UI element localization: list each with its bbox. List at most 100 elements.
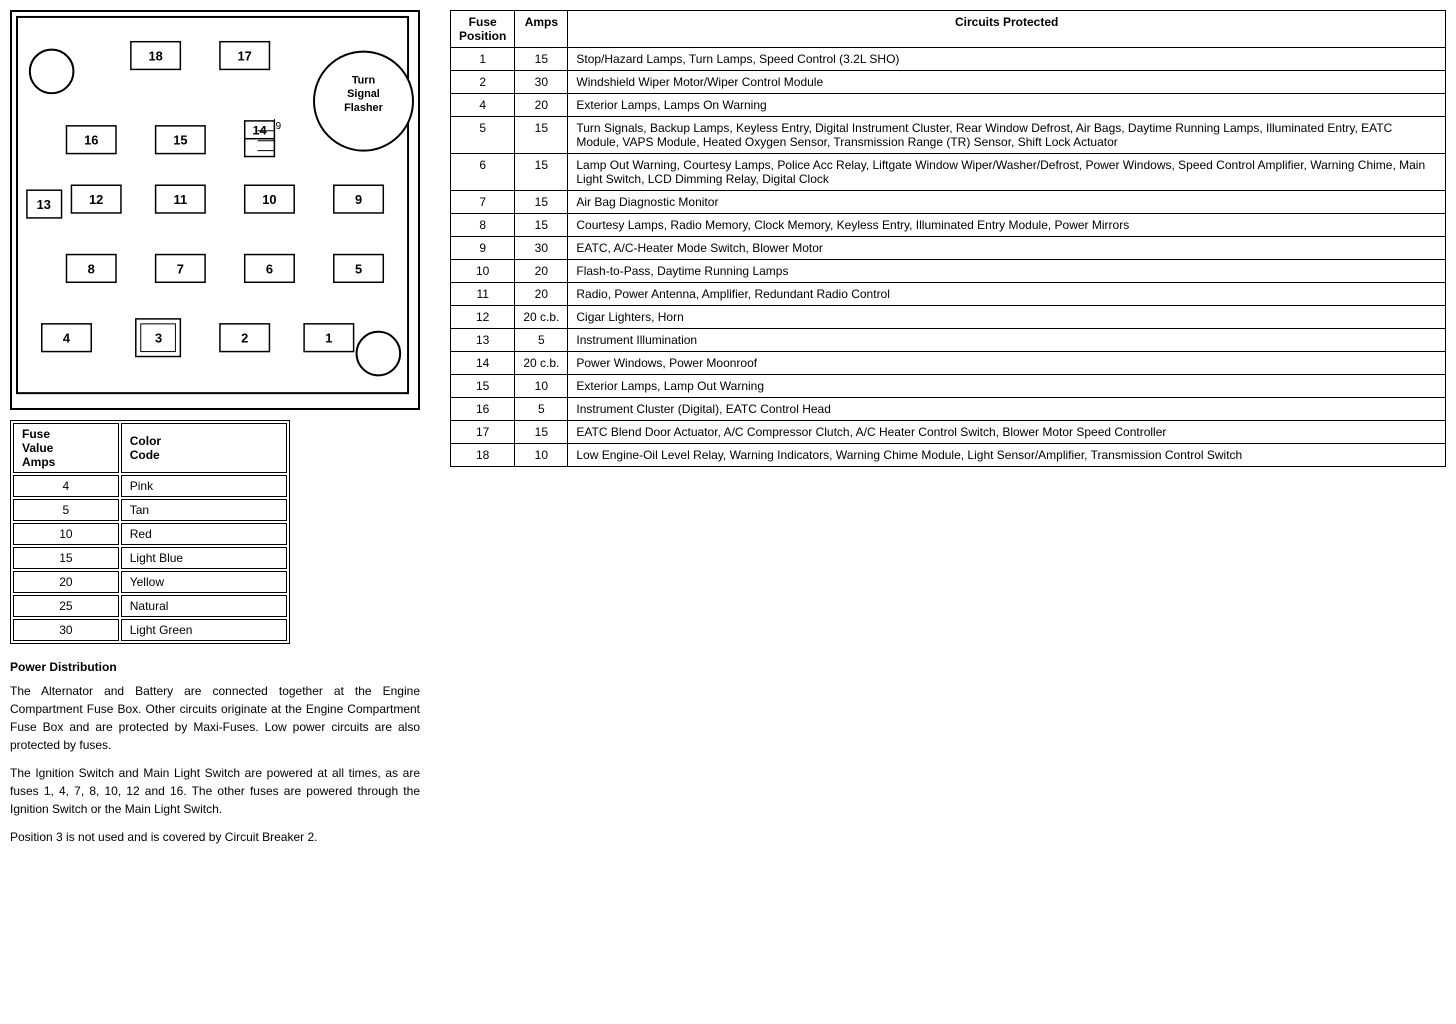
fuse-position: 13	[451, 329, 515, 352]
fuse-position: 2	[451, 71, 515, 94]
color-name: Natural	[121, 595, 287, 617]
circuits-protected: Air Bag Diagnostic Monitor	[568, 191, 1446, 214]
power-distribution: Power Distribution The Alternator and Ba…	[10, 658, 420, 846]
circuits-protected: Courtesy Lamps, Radio Memory, Clock Memo…	[568, 214, 1446, 237]
power-distribution-para3: Position 3 is not used and is covered by…	[10, 828, 420, 846]
fuse-amps: 20 c.b.	[515, 306, 568, 329]
color-name: Light Green	[121, 619, 287, 641]
circuits-protected: Instrument Illumination	[568, 329, 1446, 352]
color-table-row: 30Light Green	[13, 619, 287, 641]
svg-text:4: 4	[63, 331, 71, 346]
fuse-position: 7	[451, 191, 515, 214]
svg-text:5: 5	[355, 261, 362, 276]
svg-text:17: 17	[238, 49, 252, 64]
color-table-row: 4Pink	[13, 475, 287, 497]
fuse-amp-value: 25	[13, 595, 119, 617]
power-distribution-para2: The Ignition Switch and Main Light Switc…	[10, 764, 420, 818]
svg-text:13: 13	[37, 197, 51, 212]
color-code-header: ColorCode	[121, 423, 287, 473]
svg-text:3: 3	[155, 331, 162, 346]
circuits-protected: Turn Signals, Backup Lamps, Keyless Entr…	[568, 117, 1446, 154]
svg-text:14: 14	[252, 123, 267, 138]
fuse-table-row: 515Turn Signals, Backup Lamps, Keyless E…	[451, 117, 1446, 154]
fuse-amps: 15	[515, 191, 568, 214]
fuse-table-row: 135Instrument Illumination	[451, 329, 1446, 352]
svg-text:9: 9	[355, 192, 362, 207]
fuse-table-row: 715Air Bag Diagnostic Monitor	[451, 191, 1446, 214]
circuits-protected: Flash-to-Pass, Daytime Running Lamps	[568, 260, 1446, 283]
fuse-amp-value: 10	[13, 523, 119, 545]
power-distribution-title: Power Distribution	[10, 658, 420, 676]
fuse-table-row: 1810Low Engine-Oil Level Relay, Warning …	[451, 444, 1446, 467]
fuse-amps: 20 c.b.	[515, 352, 568, 375]
left-panel: Turn Signal Flasher C219 18 17 16	[10, 10, 440, 856]
color-name: Pink	[121, 475, 287, 497]
circuits-protected: Lamp Out Warning, Courtesy Lamps, Police…	[568, 154, 1446, 191]
svg-text:11: 11	[174, 192, 188, 207]
fuse-position: 10	[451, 260, 515, 283]
fuse-table-row: 230Windshield Wiper Motor/Wiper Control …	[451, 71, 1446, 94]
fuse-table-row: 930EATC, A/C-Heater Mode Switch, Blower …	[451, 237, 1446, 260]
fuse-table-row: 815Courtesy Lamps, Radio Memory, Clock M…	[451, 214, 1446, 237]
fuse-amps: 30	[515, 237, 568, 260]
color-name: Yellow	[121, 571, 287, 593]
amps-header: Amps	[515, 11, 568, 48]
svg-text:12: 12	[89, 192, 103, 207]
svg-text:15: 15	[173, 133, 187, 148]
color-table-row: 25Natural	[13, 595, 287, 617]
svg-text:8: 8	[88, 261, 95, 276]
color-code-table: FuseValueAmps ColorCode 4Pink5Tan10Red15…	[10, 420, 290, 644]
fuse-position-header: FusePosition	[451, 11, 515, 48]
fuse-amp-value: 5	[13, 499, 119, 521]
color-table-row: 20Yellow	[13, 571, 287, 593]
fuse-position: 1	[451, 48, 515, 71]
fuse-amps: 20	[515, 283, 568, 306]
fuse-table-row: 1510Exterior Lamps, Lamp Out Warning	[451, 375, 1446, 398]
fuse-position: 6	[451, 154, 515, 191]
fuse-table-row: 420Exterior Lamps, Lamps On Warning	[451, 94, 1446, 117]
fuse-diagram-svg: Turn Signal Flasher C219 18 17 16	[12, 12, 418, 408]
fuse-value-header: FuseValueAmps	[13, 423, 119, 473]
fuse-amp-value: 4	[13, 475, 119, 497]
fuse-position: 9	[451, 237, 515, 260]
circuits-protected: Low Engine-Oil Level Relay, Warning Indi…	[568, 444, 1446, 467]
fuse-amps: 10	[515, 444, 568, 467]
color-name: Light Blue	[121, 547, 287, 569]
fuse-amp-value: 15	[13, 547, 119, 569]
fuse-amps: 15	[515, 48, 568, 71]
circuits-protected: Instrument Cluster (Digital), EATC Contr…	[568, 398, 1446, 421]
fuse-amps: 15	[515, 421, 568, 444]
fuse-amps: 5	[515, 329, 568, 352]
fuse-table: FusePosition Amps Circuits Protected 115…	[450, 10, 1446, 467]
fuse-position: 5	[451, 117, 515, 154]
fuse-amps: 15	[515, 214, 568, 237]
fuse-table-row: 1120Radio, Power Antenna, Amplifier, Red…	[451, 283, 1446, 306]
circuits-protected: EATC, A/C-Heater Mode Switch, Blower Mot…	[568, 237, 1446, 260]
fuse-position: 14	[451, 352, 515, 375]
circuits-protected: Windshield Wiper Motor/Wiper Control Mod…	[568, 71, 1446, 94]
svg-text:16: 16	[84, 133, 98, 148]
circuits-protected: Exterior Lamps, Lamp Out Warning	[568, 375, 1446, 398]
circuits-protected: Power Windows, Power Moonroof	[568, 352, 1446, 375]
main-container: Turn Signal Flasher C219 18 17 16	[0, 0, 1456, 866]
fuse-position: 4	[451, 94, 515, 117]
color-table-row: 10Red	[13, 523, 287, 545]
fuse-table-row: 115Stop/Hazard Lamps, Turn Lamps, Speed …	[451, 48, 1446, 71]
color-table-row: 5Tan	[13, 499, 287, 521]
circuits-protected: Exterior Lamps, Lamps On Warning	[568, 94, 1446, 117]
fuse-amps: 20	[515, 94, 568, 117]
svg-text:7: 7	[177, 261, 184, 276]
svg-text:1: 1	[325, 331, 332, 346]
fuse-table-row: 1420 c.b.Power Windows, Power Moonroof	[451, 352, 1446, 375]
circuits-protected: Radio, Power Antenna, Amplifier, Redunda…	[568, 283, 1446, 306]
fuse-position: 15	[451, 375, 515, 398]
fuse-position: 11	[451, 283, 515, 306]
fuse-amps: 20	[515, 260, 568, 283]
fuse-diagram: Turn Signal Flasher C219 18 17 16	[10, 10, 420, 410]
svg-text:6: 6	[266, 261, 273, 276]
fuse-table-row: 1020Flash-to-Pass, Daytime Running Lamps	[451, 260, 1446, 283]
svg-text:Signal: Signal	[347, 88, 380, 100]
svg-text:2: 2	[241, 331, 248, 346]
fuse-table-row: 165Instrument Cluster (Digital), EATC Co…	[451, 398, 1446, 421]
svg-text:18: 18	[148, 49, 162, 64]
